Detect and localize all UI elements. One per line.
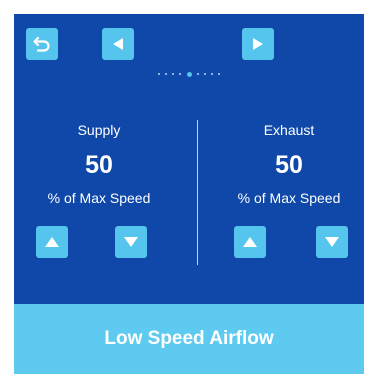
supply-unit: % of Max Speed bbox=[47, 190, 151, 206]
supply-section: Supply 50 % of Max Speed bbox=[14, 120, 184, 208]
back-button[interactable] bbox=[26, 28, 58, 60]
exhaust-decrease-button[interactable] bbox=[316, 226, 348, 258]
supply-decrease-button[interactable] bbox=[115, 226, 147, 258]
next-page-button[interactable] bbox=[242, 28, 274, 60]
triangle-up-icon bbox=[243, 237, 257, 247]
triangle-down-icon bbox=[325, 237, 339, 247]
supply-increase-button[interactable] bbox=[36, 226, 68, 258]
triangle-left-icon bbox=[113, 38, 123, 50]
page-dot bbox=[211, 73, 214, 75]
page-dot-active bbox=[186, 71, 192, 77]
page-dot bbox=[179, 73, 182, 75]
triangle-up-icon bbox=[45, 237, 59, 247]
previous-page-button[interactable] bbox=[102, 28, 134, 60]
exhaust-unit: % of Max Speed bbox=[237, 190, 341, 206]
airflow-mode-bar[interactable]: Low Speed Airflow bbox=[14, 304, 364, 374]
page-dot bbox=[196, 73, 199, 75]
control-panel: Supply 50 % of Max Speed Exhaust 50 % of… bbox=[0, 0, 378, 382]
column-divider bbox=[197, 120, 198, 265]
supply-value: 50 bbox=[85, 151, 113, 179]
page-dot bbox=[157, 73, 160, 75]
back-arrow-icon bbox=[33, 36, 50, 52]
exhaust-section: Exhaust 50 % of Max Speed bbox=[204, 120, 374, 208]
page-dot bbox=[203, 73, 206, 75]
exhaust-increase-button[interactable] bbox=[234, 226, 266, 258]
page-dot bbox=[164, 73, 167, 75]
speed-screen: Supply 50 % of Max Speed Exhaust 50 % of… bbox=[14, 14, 364, 304]
triangle-right-icon bbox=[253, 38, 263, 50]
triangle-down-icon bbox=[124, 237, 138, 247]
page-dot bbox=[218, 73, 221, 75]
supply-label: Supply bbox=[77, 122, 121, 138]
page-dot bbox=[172, 73, 175, 75]
exhaust-value: 50 bbox=[275, 151, 303, 179]
airflow-mode-label: Low Speed Airflow bbox=[104, 328, 274, 349]
page-indicator bbox=[14, 71, 364, 77]
exhaust-label: Exhaust bbox=[263, 122, 315, 138]
